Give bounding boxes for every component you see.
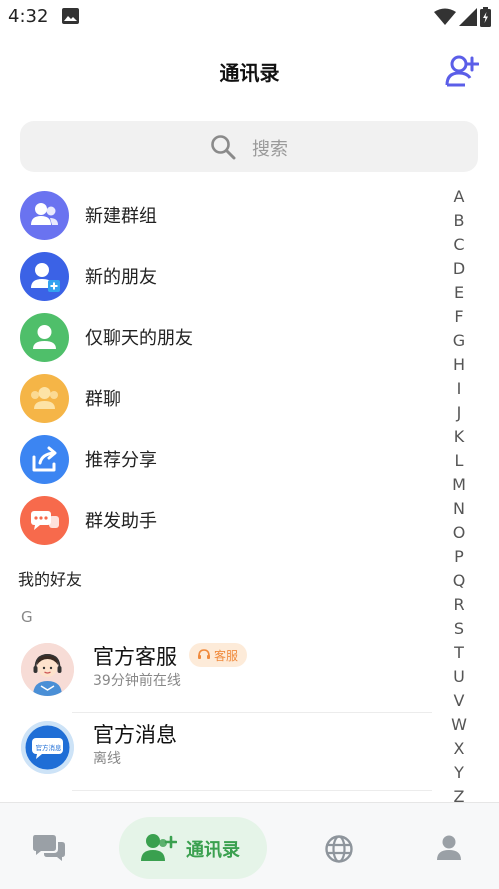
alphabet-letter[interactable]: M — [447, 473, 471, 497]
share-icon — [20, 435, 69, 484]
alphabet-letter[interactable]: A — [447, 185, 471, 209]
alphabet-letter[interactable]: D — [447, 257, 471, 281]
row-divider — [72, 790, 432, 791]
contact-status: 离线 — [93, 751, 121, 767]
alphabet-letter[interactable]: J — [447, 401, 471, 425]
recommend-share-label: 推荐分享 — [85, 450, 157, 471]
nav-discover[interactable] — [310, 817, 368, 879]
page-header: 通讯录 — [0, 34, 499, 106]
alphabet-letter[interactable]: O — [447, 521, 471, 545]
alphabet-letter[interactable]: N — [447, 497, 471, 521]
contact-row[interactable]: 官方消息 官方消息 离线 — [0, 713, 440, 791]
new-group-item[interactable]: 新建群组 — [0, 185, 440, 246]
alphabet-letter[interactable]: I — [447, 377, 471, 401]
battery-icon — [480, 7, 491, 27]
alphabet-letter[interactable]: H — [447, 353, 471, 377]
alphabet-letter[interactable]: V — [447, 689, 471, 713]
alphabet-letter[interactable]: G — [447, 329, 471, 353]
group-chat-label: 群聊 — [85, 389, 121, 410]
nav-me[interactable] — [420, 817, 478, 879]
broadcast-assistant-item[interactable]: 群发助手 — [0, 490, 440, 551]
image-notification-icon — [62, 8, 79, 24]
group-chat-icon — [20, 374, 69, 423]
support-badge: 客服 — [189, 643, 248, 667]
status-bar: 4:32 — [0, 0, 499, 34]
chat-only-friends-label: 仅聊天的朋友 — [85, 328, 193, 349]
alphabet-letter[interactable]: B — [447, 209, 471, 233]
contact-name: 官方消息 — [93, 723, 177, 747]
status-time: 4:32 — [8, 6, 49, 27]
headset-icon — [198, 649, 210, 659]
alphabet-letter[interactable]: P — [447, 545, 471, 569]
alphabet-letter[interactable]: L — [447, 449, 471, 473]
chat-only-friends-item[interactable]: 仅聊天的朋友 — [0, 307, 440, 368]
new-group-label: 新建群组 — [85, 206, 157, 227]
alphabet-letter[interactable]: S — [447, 617, 471, 641]
contact-status: 39分钟前在线 — [93, 673, 181, 689]
contact-name: 官方客服 — [93, 645, 177, 669]
add-friend-icon[interactable] — [445, 54, 479, 88]
add-contact-icon — [141, 834, 177, 861]
group-chat-item[interactable]: 群聊 — [0, 368, 440, 429]
signal-icon — [459, 8, 477, 26]
add-person-icon — [20, 252, 69, 301]
nav-contacts-label: 通讯录 — [186, 840, 240, 861]
alphabet-letter[interactable]: C — [447, 233, 471, 257]
alphabet-letter[interactable]: E — [447, 281, 471, 305]
alphabet-index[interactable]: ABCDEFGHIJKLMNOPQRSTUVWXYZ — [447, 185, 471, 809]
nav-chats[interactable] — [20, 817, 78, 879]
broadcast-icon — [20, 496, 69, 545]
alphabet-letter[interactable]: R — [447, 593, 471, 617]
alphabet-letter[interactable]: F — [447, 305, 471, 329]
system-icons — [434, 7, 491, 27]
my-friends-title: 我的好友 — [18, 570, 83, 589]
group-icon — [20, 191, 69, 240]
official-news-avatar-text: 官方消息 — [35, 744, 62, 752]
support-avatar — [21, 643, 74, 696]
bottom-nav: 通讯录 — [0, 802, 499, 889]
person-icon — [20, 313, 69, 362]
recommend-share-item[interactable]: 推荐分享 — [0, 429, 440, 490]
person-icon — [437, 835, 461, 860]
nav-contacts[interactable]: 通讯录 — [119, 817, 267, 879]
alphabet-letter[interactable]: T — [447, 641, 471, 665]
alphabet-letter[interactable]: K — [447, 425, 471, 449]
broadcast-assistant-label: 群发助手 — [85, 511, 157, 532]
search-bar[interactable]: 搜索 — [20, 121, 478, 172]
wifi-icon — [434, 8, 456, 25]
official-news-avatar: 官方消息 — [21, 721, 74, 774]
search-placeholder: 搜索 — [252, 139, 288, 160]
contact-row[interactable]: 官方客服 客服 39分钟前在线 — [0, 635, 440, 713]
alphabet-letter[interactable]: Y — [447, 761, 471, 785]
globe-icon — [325, 835, 353, 863]
alphabet-letter[interactable]: U — [447, 665, 471, 689]
page-title: 通讯录 — [219, 61, 280, 85]
letter-header: G — [21, 608, 33, 626]
alphabet-letter[interactable]: Q — [447, 569, 471, 593]
alphabet-letter[interactable]: X — [447, 737, 471, 761]
search-icon — [211, 135, 236, 160]
chat-bubbles-icon — [33, 835, 65, 861]
new-friends-label: 新的朋友 — [85, 267, 157, 288]
support-badge-label: 客服 — [214, 648, 239, 663]
new-friends-item[interactable]: 新的朋友 — [0, 246, 440, 307]
alphabet-letter[interactable]: W — [447, 713, 471, 737]
